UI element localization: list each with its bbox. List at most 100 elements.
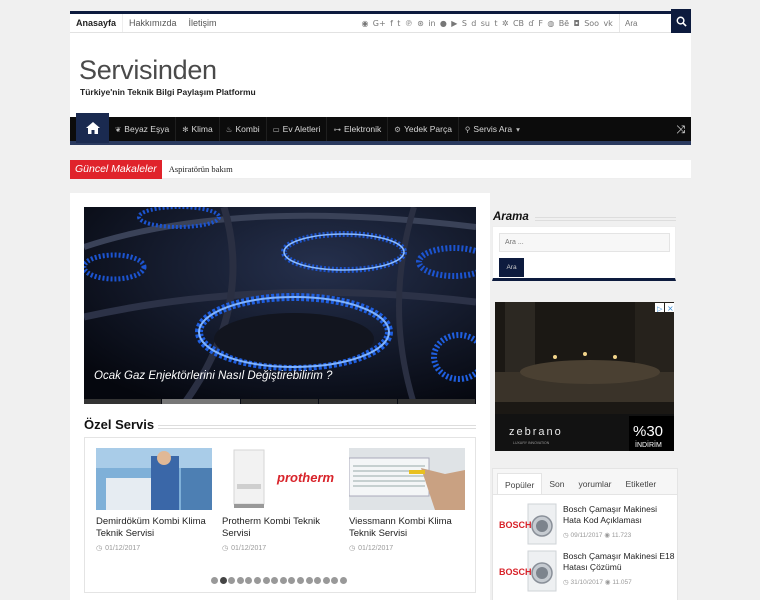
breaking-news-label: Güncel Makaleler xyxy=(70,159,162,179)
tab-son[interactable]: Son xyxy=(542,473,571,494)
carousel-dot[interactable] xyxy=(331,577,339,584)
ad-info-icon[interactable]: ▷ xyxy=(657,305,663,313)
nav-item-servis-ara[interactable]: ⚲ Servis Ara ▾ xyxy=(459,117,526,141)
github-icon[interactable]: ◍ xyxy=(547,19,554,28)
carousel-dot[interactable] xyxy=(288,577,296,584)
post-title[interactable]: Viessmann Kombi Klima Teknik Servisi xyxy=(349,516,461,539)
nav-item-kombi[interactable]: ♨ Kombi xyxy=(220,117,267,141)
topnav-home[interactable]: Anasayfa xyxy=(70,14,124,32)
slider-progress-segment[interactable] xyxy=(84,399,162,404)
leaf-icon: ❦ xyxy=(115,124,122,134)
post-thumbnail[interactable]: protherm xyxy=(222,448,338,510)
widget-divider xyxy=(535,217,676,221)
site-tagline: Türkiye'nin Teknik Bilgi Paylaşım Platfo… xyxy=(80,87,256,97)
search-widget-title: Arama xyxy=(493,211,529,223)
carousel-dot[interactable] xyxy=(245,577,253,584)
ac-repair-image xyxy=(349,448,465,510)
slider-caption[interactable]: Ocak Gaz Enjektörlerini Nasıl Değiştireb… xyxy=(94,370,332,382)
slider-progress-segment[interactable] xyxy=(397,399,476,404)
post-thumbnail[interactable] xyxy=(96,448,212,510)
carousel-dot[interactable] xyxy=(236,577,244,584)
tab-populer[interactable]: Popüler xyxy=(497,473,543,494)
popular-post[interactable]: BOSCH Bosch Çamaşır Makinesi E18 Hatası … xyxy=(498,549,675,593)
stumbleupon-icon[interactable]: su xyxy=(481,19,490,28)
tab-etiketler[interactable]: Etiketler xyxy=(619,473,664,494)
dribbble-icon[interactable]: ⊛ xyxy=(417,19,424,28)
topnav-about[interactable]: Hakkımızda xyxy=(123,14,183,32)
digg-icon[interactable]: d xyxy=(471,19,476,28)
nav-item-label: Yedek Parça xyxy=(404,124,452,134)
clock-icon: ◷ xyxy=(349,544,356,552)
slider-progress-segment[interactable] xyxy=(162,399,240,404)
nav-item-beyaz-esya[interactable]: ❦ Beyaz Eşya xyxy=(109,117,177,141)
nav-item-yedek-parca[interactable]: ⚙ Yedek Parça xyxy=(388,117,459,141)
yelp-icon[interactable]: ✲ xyxy=(502,19,509,28)
carousel-dot[interactable] xyxy=(305,577,313,584)
advertisement-banner[interactable]: zebrano LUXURY INNOVATION %30 İNDİRİM ▷ … xyxy=(495,302,674,451)
soundcloud-icon[interactable]: Soo xyxy=(584,19,599,28)
carousel-dot[interactable] xyxy=(262,577,270,584)
twitter-icon[interactable]: t xyxy=(397,19,400,28)
post-thumbnail[interactable]: BOSCH xyxy=(498,549,558,593)
breaking-news-link[interactable]: Aspiratörün bakım xyxy=(169,164,233,174)
carousel-dot[interactable] xyxy=(296,577,304,584)
facebook-icon[interactable]: f xyxy=(390,19,393,28)
deviantart-icon[interactable]: ɗ xyxy=(528,19,534,28)
nav-home-button[interactable] xyxy=(76,113,109,143)
top-search-input[interactable] xyxy=(619,14,671,32)
carousel-dot[interactable] xyxy=(253,577,261,584)
foursquare-icon[interactable]: F xyxy=(538,19,543,28)
instagram-icon[interactable]: ◘ xyxy=(573,19,579,28)
slider-progress-segment[interactable] xyxy=(240,399,319,404)
popular-post[interactable]: BOSCH Bosch Çamaşır Makinesi Hata Kod Aç… xyxy=(498,502,674,546)
carousel-dot[interactable] xyxy=(228,577,236,584)
popular-post-meta: ◷ 09/11/2017 ◉ 11.723 xyxy=(563,531,631,539)
popular-post-title[interactable]: Bosch Çamaşır Makinesi E18 Hatası Çözümü xyxy=(563,551,675,573)
carousel-dot[interactable] xyxy=(271,577,279,584)
sidebar-search-input[interactable] xyxy=(499,233,670,252)
topnav-contact[interactable]: İletişim xyxy=(183,14,223,32)
nav-item-klima[interactable]: ✻ Klima xyxy=(176,117,220,141)
lastfm-icon[interactable]: CB xyxy=(513,19,524,28)
nav-item-elektronik[interactable]: ⊶ Elektronik xyxy=(327,117,389,141)
slider-progress xyxy=(84,399,476,404)
sidebar-search-button[interactable]: Ara xyxy=(499,258,524,277)
carousel-dot[interactable] xyxy=(279,577,287,584)
tabs-widget: Popüler Son yorumlar Etiketler BOSCH Bos… xyxy=(492,468,678,600)
skype-icon[interactable]: S xyxy=(462,19,467,28)
tab-yorumlar[interactable]: yorumlar xyxy=(571,473,618,494)
post-card[interactable]: protherm Protherm Kombi Teknik Servisi ◷… xyxy=(222,448,338,552)
rss-icon[interactable]: ◉ xyxy=(361,19,368,28)
eye-icon: ◉ xyxy=(604,579,611,586)
slider-progress-segment[interactable] xyxy=(319,399,397,404)
post-card[interactable]: Viessmann Kombi Klima Teknik Servisi ◷ 01… xyxy=(349,448,465,552)
youtube-icon[interactable]: ▶ xyxy=(451,19,457,28)
popular-post-title[interactable]: Bosch Çamaşır Makinesi Hata Kod Açıklama… xyxy=(563,504,675,526)
featured-slider[interactable]: Ocak Gaz Enjektörlerini Nasıl Değiştireb… xyxy=(84,207,476,404)
post-date-text: 01/12/2017 xyxy=(358,544,394,552)
shuffle-icon[interactable]: ⤨ xyxy=(676,123,685,137)
post-title[interactable]: Demirdöküm Kombi Klima Teknik Servisi xyxy=(96,516,208,539)
site-logo[interactable]: Servisinden xyxy=(79,55,217,86)
tumblr-icon[interactable]: t xyxy=(494,19,497,28)
behance-icon[interactable]: Bē xyxy=(559,19,569,28)
close-icon[interactable]: × xyxy=(667,304,674,313)
carousel-dot[interactable] xyxy=(219,577,227,584)
post-card[interactable]: Demirdöküm Kombi Klima Teknik Servisi ◷ 0… xyxy=(96,448,212,552)
nav-item-ev-aletleri[interactable]: ▭ Ev Aletleri xyxy=(267,117,328,141)
post-thumbnail[interactable]: BOSCH xyxy=(498,502,558,546)
carousel-dot[interactable] xyxy=(211,577,218,584)
post-title[interactable]: Protherm Kombi Teknik Servisi xyxy=(222,516,334,539)
top-search-button[interactable] xyxy=(671,9,691,34)
google-plus-icon[interactable]: G+ xyxy=(373,19,386,28)
map-pin-icon: ⚲ xyxy=(464,124,471,134)
post-thumbnail[interactable] xyxy=(349,448,465,510)
pinterest-icon[interactable]: ℗ xyxy=(405,19,413,28)
carousel-dot[interactable] xyxy=(314,577,322,584)
caret-down-icon: ▾ xyxy=(516,124,520,134)
flickr-icon[interactable]: ● xyxy=(440,19,447,28)
carousel-dot[interactable] xyxy=(339,577,347,584)
vk-icon[interactable]: vk xyxy=(603,19,612,28)
linkedin-icon[interactable]: in xyxy=(428,19,435,28)
carousel-dot[interactable] xyxy=(322,577,330,584)
